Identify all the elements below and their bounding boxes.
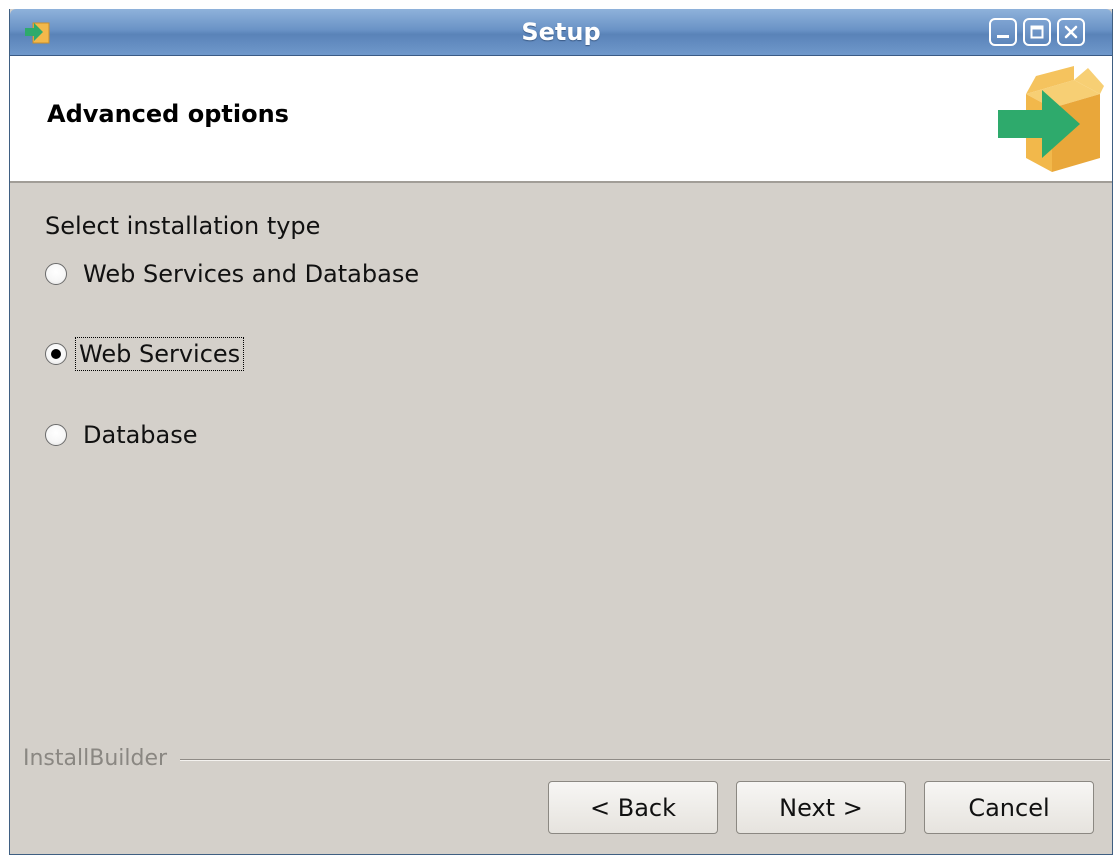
window-title: Setup xyxy=(521,18,601,46)
minimize-icon xyxy=(997,35,1009,38)
option-label: Web Services xyxy=(75,337,245,371)
title-bar[interactable]: Setup xyxy=(10,9,1112,56)
installation-type-label: Select installation type xyxy=(45,212,321,240)
header-banner: Advanced options xyxy=(10,56,1112,183)
option-label: Web Services and Database xyxy=(83,260,420,288)
option-database[interactable]: Database xyxy=(45,415,202,455)
installbuilder-brand: InstallBuilder xyxy=(23,746,168,771)
cancel-button[interactable]: Cancel xyxy=(924,781,1094,834)
close-button[interactable] xyxy=(1057,18,1085,46)
footer-divider xyxy=(180,759,1110,761)
radio-button[interactable] xyxy=(45,424,67,446)
close-icon xyxy=(1064,25,1078,39)
page-title: Advanced options xyxy=(47,100,289,128)
box-arrow-logo xyxy=(998,66,1104,172)
back-button[interactable]: < Back xyxy=(548,781,718,834)
radio-button[interactable] xyxy=(45,263,67,285)
minimize-button[interactable] xyxy=(989,18,1017,46)
maximize-button[interactable] xyxy=(1023,18,1051,46)
maximize-icon xyxy=(1030,25,1044,39)
radio-button-selected[interactable] xyxy=(45,343,67,365)
setup-window: Setup Advanced options Select installati… xyxy=(9,9,1113,855)
option-web-services-and-database[interactable]: Web Services and Database xyxy=(45,254,423,294)
option-label: Database xyxy=(83,421,198,449)
option-web-services[interactable]: Web Services xyxy=(45,334,245,374)
next-button[interactable]: Next > xyxy=(736,781,906,834)
